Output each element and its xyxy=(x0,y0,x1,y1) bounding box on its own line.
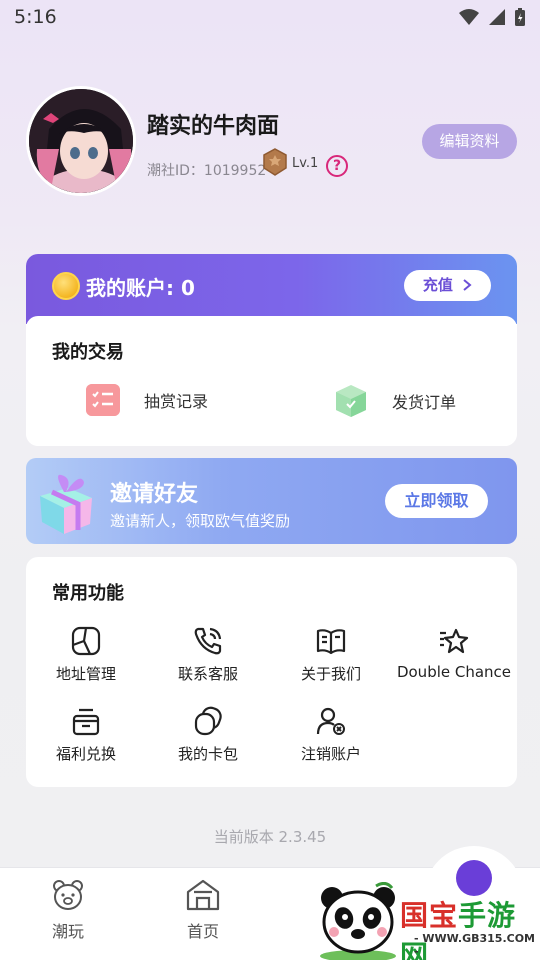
edit-profile-button[interactable]: 编辑资料 xyxy=(422,124,517,159)
trade-section: 我的交易 抽赏记录 发货订单 xyxy=(26,316,517,446)
double-chance-label: Double Chance xyxy=(396,663,512,681)
help-icon[interactable]: ? xyxy=(326,155,348,177)
cancel-account-item[interactable]: 注销账户 xyxy=(271,705,391,764)
book-icon xyxy=(316,629,346,655)
cellular-icon xyxy=(489,9,505,25)
my-cards-label: 我的卡包 xyxy=(177,745,238,763)
my-cards-item[interactable]: 我的卡包 xyxy=(148,705,268,764)
level-badge: Lv.1 xyxy=(262,148,318,178)
watermark-brand-a: 国宝 xyxy=(400,899,459,932)
shipping-orders-item[interactable]: 发货订单 xyxy=(332,382,456,420)
nav-trendy-toys-label: 潮玩 xyxy=(51,922,84,941)
invite-title: 邀请好友 xyxy=(110,482,199,507)
map-icon xyxy=(71,626,101,656)
address-management-item[interactable]: 地址管理 xyxy=(26,625,146,684)
user-id: 潮社ID：1019952 xyxy=(147,163,267,179)
account-balance: 我的账户: 0 xyxy=(86,276,195,300)
invite-banner[interactable]: 邀请好友 邀请新人，领取欧气值奖励 立即领取 xyxy=(26,458,517,544)
star-icon xyxy=(440,628,469,654)
invite-subtitle: 邀请新人，领取欧气值奖励 xyxy=(110,512,291,530)
account-header: 我的账户: 0 充值 xyxy=(26,254,517,324)
cards-icon xyxy=(194,706,222,736)
list-icon xyxy=(86,384,120,416)
watermark: 国宝手游网 - WWW.GB315.COM - xyxy=(312,880,540,960)
nav-trendy-toys[interactable]: 潮玩 xyxy=(38,878,98,942)
version-text: 当前版本 2.3.45 xyxy=(213,828,327,846)
welfare-exchange-item[interactable]: 福利兑换 xyxy=(26,705,146,764)
account-card: 我的账户: 0 充值 我的交易 抽赏记录 发货订单 xyxy=(26,254,517,446)
chevron-right-icon xyxy=(463,279,472,291)
phone-icon xyxy=(194,627,222,655)
home-icon xyxy=(186,879,220,911)
address-management-label: 地址管理 xyxy=(55,665,116,683)
level-text: Lv.1 xyxy=(292,155,319,171)
panda-logo-icon xyxy=(320,882,396,960)
common-functions-title: 常用功能 xyxy=(52,583,124,604)
gift-box-icon xyxy=(72,708,100,736)
common-functions-card: 常用功能 地址管理 联系客服 关于我们 Double Chance 福利兑换 我… xyxy=(26,557,517,787)
claim-now-button[interactable]: 立即领取 xyxy=(385,484,488,518)
coin-icon xyxy=(52,272,80,300)
user-remove-icon xyxy=(316,707,345,735)
welfare-exchange-label: 福利兑换 xyxy=(55,745,116,763)
double-chance-item[interactable]: Double Chance xyxy=(394,625,514,681)
shipping-orders-label: 发货订单 xyxy=(392,393,457,412)
lottery-records-item[interactable]: 抽赏记录 xyxy=(84,382,208,418)
package-icon xyxy=(336,385,366,417)
about-us-item[interactable]: 关于我们 xyxy=(271,625,391,684)
nav-home[interactable]: 首页 xyxy=(173,878,233,942)
status-icons xyxy=(458,7,526,27)
gift-icon xyxy=(40,474,92,534)
recharge-label: 充值 xyxy=(422,276,453,294)
status-time: 5:16 xyxy=(14,6,57,28)
level-medal-icon xyxy=(263,148,287,176)
cancel-account-label: 注销账户 xyxy=(300,745,361,763)
contact-support-item[interactable]: 联系客服 xyxy=(148,625,268,684)
username: 踏实的牛肉面 xyxy=(147,114,280,139)
watermark-url: - WWW.GB315.COM - xyxy=(414,932,535,958)
contact-support-label: 联系客服 xyxy=(177,665,238,683)
bear-icon xyxy=(53,880,83,910)
about-us-label: 关于我们 xyxy=(300,665,361,683)
wifi-icon xyxy=(459,9,479,25)
battery-icon xyxy=(515,8,525,26)
avatar[interactable] xyxy=(26,86,136,196)
recharge-button[interactable]: 充值 xyxy=(404,270,491,301)
trade-title: 我的交易 xyxy=(52,342,124,363)
lottery-records-label: 抽赏记录 xyxy=(144,392,209,411)
nav-home-label: 首页 xyxy=(186,922,219,941)
